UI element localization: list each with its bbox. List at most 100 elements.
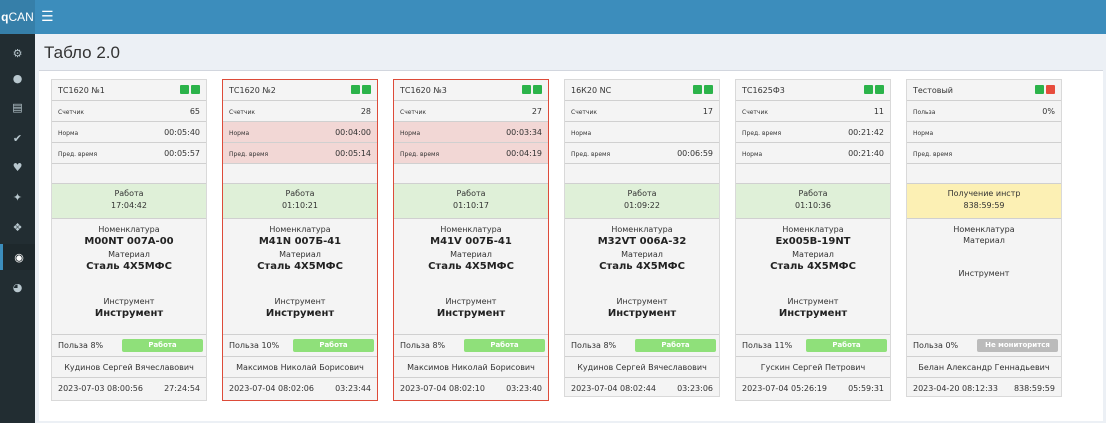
nomenclature-value: M41N 007Б-41 xyxy=(258,236,342,247)
row-value: 00:05:14 xyxy=(335,149,371,158)
sidebar: ⚙ ● ▤ ✔ ♥ ✦ ❖ ◉ ◕ xyxy=(0,34,35,423)
footer-duration: 03:23:44 xyxy=(335,384,371,393)
footer-date: 2023-07-04 05:26:19 xyxy=(742,384,827,393)
operator-row: Белан Александр Геннадьевич xyxy=(907,357,1061,378)
tool-label: Инструмент xyxy=(445,297,497,306)
status-leds xyxy=(1035,85,1055,94)
machine-card[interactable]: ТС1620 №3 Счетчик 27 Норма 00:03:34 Пред… xyxy=(393,79,549,401)
heartbeat-icon[interactable]: ♥ xyxy=(0,154,35,180)
utility-row: Польза 10% Работа xyxy=(223,335,377,357)
job-info: Номенклатура M41V 007Б-41 Материал Сталь… xyxy=(394,219,548,335)
status-time: 01:10:21 xyxy=(282,201,318,210)
card-header: 16К20 NC xyxy=(565,80,719,101)
status-led xyxy=(522,85,531,94)
tool-label: Инструмент xyxy=(103,297,155,306)
footer-duration: 27:24:54 xyxy=(164,384,200,393)
status-block: Работа 01:10:21 xyxy=(223,184,377,219)
status-leds xyxy=(351,85,371,94)
nomenclature-label: Номенклатура xyxy=(269,225,331,234)
wrench-icon[interactable]: ✦ xyxy=(0,184,35,210)
tool-value: Инструмент xyxy=(94,308,164,319)
status-time: 01:09:22 xyxy=(624,201,660,210)
row-label: Счетчик xyxy=(58,109,84,116)
footer-date: 2023-07-04 08:02:10 xyxy=(400,384,485,393)
material-value: Сталь 4Х5МФС xyxy=(86,261,172,272)
nomenclature-value: M32VT 006A-32 xyxy=(597,236,687,247)
row-value: 00:04:00 xyxy=(335,128,371,137)
plug-icon[interactable]: ✔ xyxy=(0,125,35,151)
nomenclature-value: M41V 007Б-41 xyxy=(430,236,512,247)
operator-row: Гускин Сергей Петрович xyxy=(736,357,890,378)
machine-card[interactable]: 16К20 NC Счетчик 17 Норма Пред. время 00… xyxy=(564,79,720,397)
document-icon[interactable]: ▤ xyxy=(0,94,35,120)
norm-row: Норма 00:04:00 xyxy=(223,122,377,143)
status-led xyxy=(875,85,884,94)
utility-text: Польза 8% xyxy=(400,341,446,350)
operator-name: Максимов Николай Борисович xyxy=(236,363,364,372)
status-text: Работа xyxy=(627,189,657,198)
status-led xyxy=(864,85,873,94)
tools-icon[interactable]: ❖ xyxy=(0,214,35,240)
status-badge: Работа xyxy=(635,339,716,352)
counter-row: Польза 0% xyxy=(907,101,1061,122)
app-logo[interactable]: qCAN xyxy=(0,0,35,34)
operator-row: Максимов Николай Борисович xyxy=(223,357,377,378)
utility-text: Польза 0% xyxy=(913,341,959,350)
machine-card[interactable]: ТС1625Ф3 Счетчик 11 Пред. время 00:21:42… xyxy=(735,79,891,401)
machine-card[interactable]: ТС1620 №2 Счетчик 28 Норма 00:04:00 Пред… xyxy=(222,79,378,401)
row-label: Пред. время xyxy=(913,151,953,158)
status-led xyxy=(1046,85,1055,94)
counter-row: Счетчик 65 xyxy=(52,101,206,122)
tool-value: Инструмент xyxy=(607,308,677,319)
status-text: Работа xyxy=(285,189,315,198)
status-text: Работа xyxy=(798,189,828,198)
machine-name: ТС1620 №2 xyxy=(229,86,276,95)
machine-name: ТС1625Ф3 xyxy=(742,86,785,95)
operator-name: Максимов Николай Борисович xyxy=(407,363,535,372)
row-label: Пред. время xyxy=(229,151,269,158)
norm-row: Пред. время 00:21:42 xyxy=(736,122,890,143)
eye-icon[interactable]: ◉ xyxy=(0,244,35,270)
row-value: 00:04:19 xyxy=(506,149,542,158)
footer-duration: 03:23:40 xyxy=(506,384,542,393)
machine-name: Тестовый xyxy=(913,86,953,95)
machine-card[interactable]: Тестовый Польза 0% Норма Пред. время Пол… xyxy=(906,79,1062,397)
counter-row: Счетчик 28 xyxy=(223,101,377,122)
machine-card[interactable]: ТС1620 №1 Счетчик 65 Норма 00:05:40 Пред… xyxy=(51,79,207,401)
job-info: Номенклатура Материал Инструмент xyxy=(907,219,1061,335)
footer-date: 2023-07-04 08:02:06 xyxy=(229,384,314,393)
status-leds xyxy=(693,85,713,94)
row-value: 00:05:57 xyxy=(164,149,200,158)
material-value: Сталь 4Х5МФС xyxy=(770,261,856,272)
nomenclature-label: Номенклатура xyxy=(440,225,502,234)
status-text: Работа xyxy=(456,189,486,198)
job-info: Номенклатура M41N 007Б-41 Материал Сталь… xyxy=(223,219,377,335)
palette-icon[interactable]: ◕ xyxy=(0,274,35,300)
card-footer: 2023-07-03 08:00:56 27:24:54 xyxy=(52,378,206,400)
tool-label: Инструмент xyxy=(787,297,839,306)
material-label: Материал xyxy=(621,250,663,259)
footer-duration: 03:23:06 xyxy=(677,384,713,393)
norm-row: Норма 00:05:40 xyxy=(52,122,206,143)
status-badge: Работа xyxy=(293,339,374,352)
users-icon[interactable]: ● xyxy=(0,65,35,91)
status-led xyxy=(362,85,371,94)
material-value: Сталь 4Х5МФС xyxy=(428,261,514,272)
row-label: Счетчик xyxy=(571,109,597,116)
footer-date: 2023-07-04 08:02:44 xyxy=(571,384,656,393)
nomenclature-label: Номенклатура xyxy=(611,225,673,234)
utility-row: Польза 11% Работа xyxy=(736,335,890,357)
menu-toggle-icon[interactable]: ☰ xyxy=(41,0,54,34)
spacer-row xyxy=(907,164,1061,184)
status-led xyxy=(1035,85,1044,94)
material-label: Материал xyxy=(450,250,492,259)
status-led xyxy=(704,85,713,94)
row-label: Пред. время xyxy=(58,151,98,158)
prev-time-row: Пред. время 00:05:57 xyxy=(52,143,206,164)
operator-name: Гускин Сергей Петрович xyxy=(760,363,866,372)
card-header: ТС1620 №3 xyxy=(394,80,548,101)
spacer-row xyxy=(394,164,548,184)
settings-icon[interactable]: ⚙ xyxy=(0,40,35,66)
nomenclature-label: Номенклатура xyxy=(953,225,1015,234)
row-label: Счетчик xyxy=(400,109,426,116)
